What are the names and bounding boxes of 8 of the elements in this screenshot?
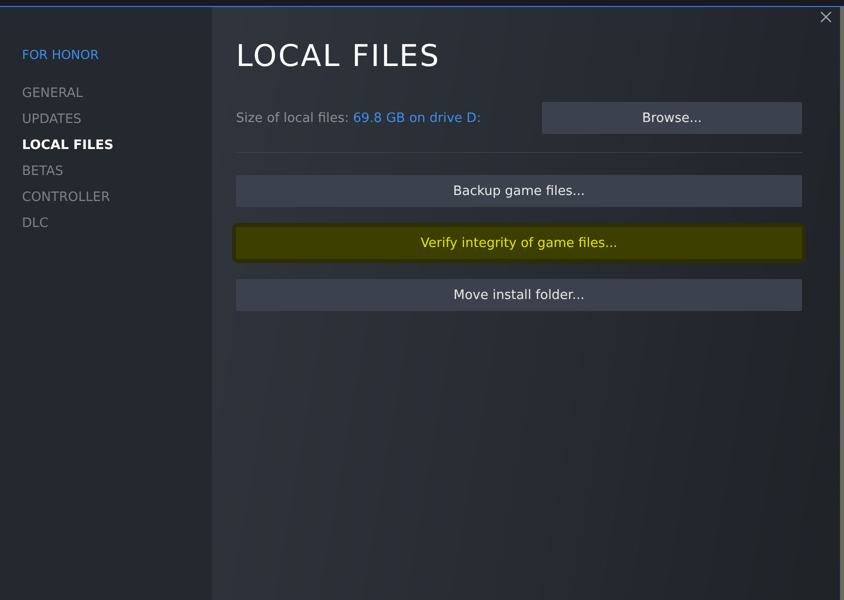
action-button[interactable]: Backup game files... [236,175,802,207]
game-title: FOR HONOR [22,47,99,62]
action-button[interactable]: Move install folder... [236,279,802,311]
browse-button[interactable]: Browse... [542,102,802,134]
page-title: LOCAL FILES [236,39,440,74]
size-text: Size of local files: 69.8 GB on drive D: [236,110,481,126]
close-icon[interactable] [820,11,832,23]
action-button[interactable]: Verify integrity of game files... [236,227,802,259]
